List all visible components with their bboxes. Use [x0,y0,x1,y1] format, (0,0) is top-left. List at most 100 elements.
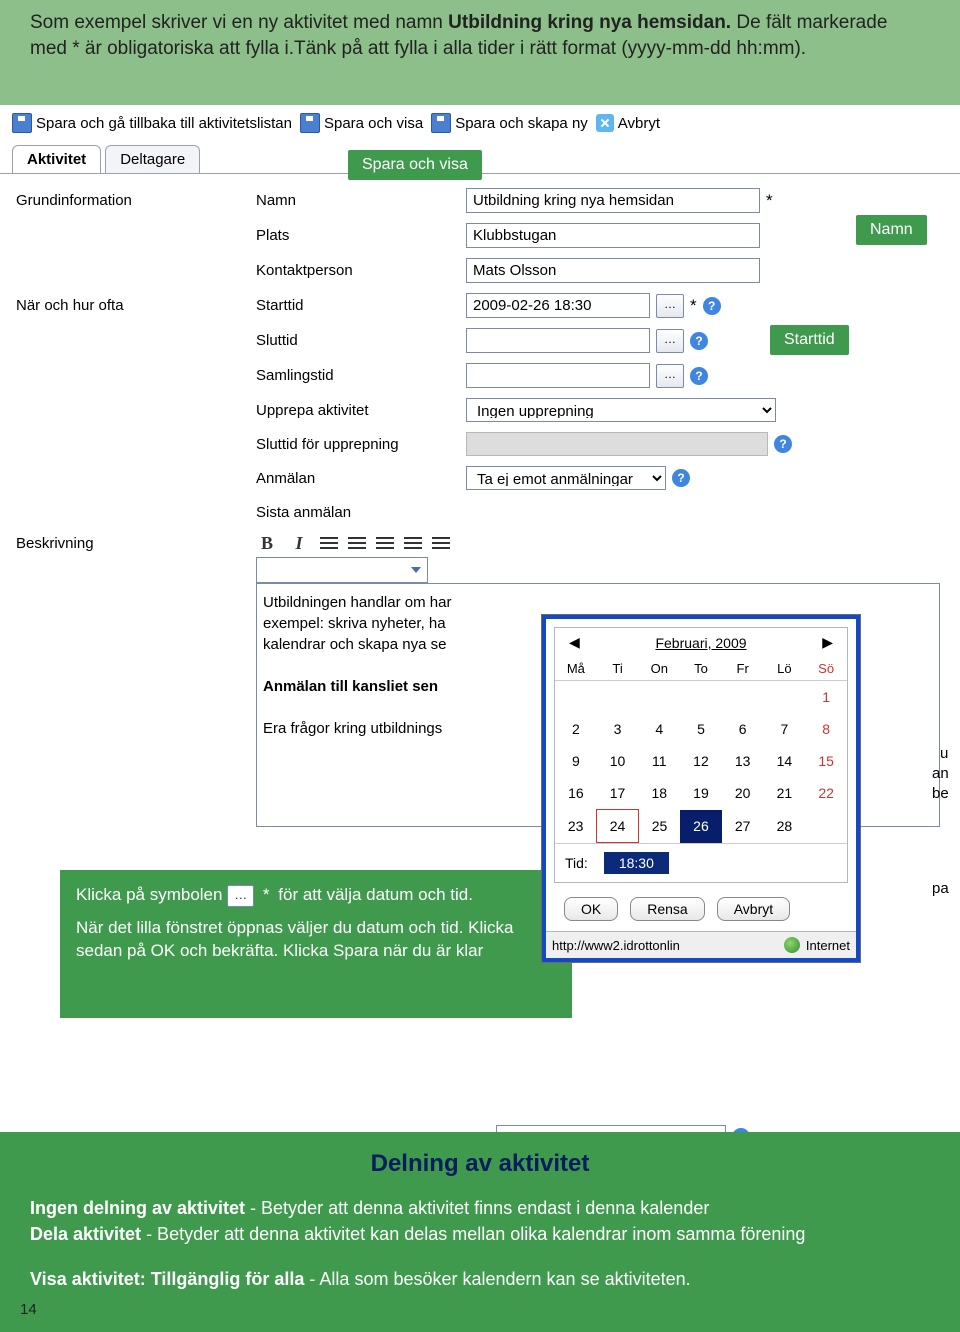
calendar-ok-button[interactable]: OK [564,897,618,921]
calendar-day[interactable]: 12 [680,745,722,777]
calendar-day [805,810,847,843]
samlingstid-input[interactable] [466,363,650,388]
calendar-day[interactable]: 5 [680,713,722,745]
close-icon [596,114,614,132]
footer: Delning av aktivitet Ingen delning av ak… [0,1132,960,1332]
badge-namn: Namn [856,215,927,245]
calendar-day[interactable]: 2 [555,713,597,745]
calendar-day[interactable]: 7 [764,713,806,745]
kontakt-input[interactable] [466,258,760,283]
save-new-button[interactable]: Spara och skapa ny [431,113,588,133]
calendar-day[interactable]: 22 [805,777,847,810]
cut-text: be [932,785,949,802]
italic-button[interactable]: I [288,533,310,555]
calendar-title[interactable]: Februari, 2009 [655,635,746,651]
label-plats: Plats [256,223,466,244]
disk-icon [300,113,320,133]
calendar-day[interactable]: 23 [555,810,597,843]
calendar-day[interactable]: 11 [638,745,680,777]
calendar-day[interactable]: 21 [764,777,806,810]
section-grundinformation: Grundinformation [16,188,256,209]
anmalan-select[interactable]: Ta ej emot anmälningar [466,466,666,490]
calendar-day[interactable]: 8 [805,713,847,745]
cut-text: an [932,765,949,782]
label-sista-anmalan: Sista anmälan [256,500,466,521]
badge-spara-visa: Spara och visa [348,150,482,180]
calendar-day[interactable]: 16 [555,777,597,810]
calendar-next-button[interactable]: ▶ [816,632,839,653]
callout: Klicka på symbolen … * för att välja dat… [60,870,572,1018]
dots-icon-inline: … [227,885,254,907]
calendar-day[interactable]: 27 [722,810,764,843]
help-icon[interactable]: ? [774,435,792,453]
list-ordered-icon[interactable] [320,537,338,551]
calendar-day[interactable]: 6 [722,713,764,745]
calendar-day[interactable]: 9 [555,745,597,777]
calendar-dow: Må [555,657,597,681]
help-icon[interactable]: ? [690,367,708,385]
rte-style-dropdown[interactable] [256,557,428,583]
calendar-day[interactable]: 28 [764,810,806,843]
save-back-button[interactable]: Spara och gå tillbaka till aktivitetslis… [12,113,292,133]
calendar-prev-button[interactable]: ◀ [563,632,586,653]
time-label: Tid: [565,855,588,871]
required-mark: * [690,296,697,316]
calendar-day [638,681,680,714]
calendar-day[interactable]: 18 [638,777,680,810]
calendar-day[interactable]: 26 [680,810,722,843]
label-anmalan: Anmälan [256,466,466,487]
calendar-dow: On [638,657,680,681]
calendar-day [722,681,764,714]
calendar-day[interactable]: 17 [597,777,639,810]
calendar-day[interactable]: 19 [680,777,722,810]
label-sluttid-upprepning: Sluttid för upprepning [256,432,466,453]
calendar-avbryt-button[interactable]: Avbryt [717,897,790,921]
samlingstid-picker-button[interactable]: … [656,364,684,388]
calendar-day[interactable]: 14 [764,745,806,777]
calendar-day[interactable]: 13 [722,745,764,777]
bold-button[interactable]: B [256,533,278,555]
calendar-rensa-button[interactable]: Rensa [630,897,704,921]
save-show-button[interactable]: Spara och visa [300,113,423,133]
calendar-day[interactable]: 20 [722,777,764,810]
cancel-button[interactable]: Avbryt [596,114,660,132]
align-center-icon[interactable] [404,537,422,551]
calendar-day [597,681,639,714]
plats-input[interactable] [466,223,760,248]
sluttid-input[interactable] [466,328,650,353]
tab-deltagare[interactable]: Deltagare [105,145,200,173]
status-url: http://www2.idrottonlin [552,938,680,953]
footer-title: Delning av aktivitet [30,1150,930,1178]
section-nar: När och hur ofta [16,293,256,314]
calendar-day[interactable]: 15 [805,745,847,777]
cut-text: u [940,745,948,762]
label-starttid: Starttid [256,293,466,314]
upprepa-select[interactable]: Ingen upprepning [466,398,776,422]
sluttid-upprepning-disabled [466,432,768,456]
page-number: 14 [20,1301,37,1318]
align-left-icon[interactable] [376,537,394,551]
starttid-input[interactable] [466,293,650,318]
calendar-dow: Ti [597,657,639,681]
calendar-dow: Fr [722,657,764,681]
save-back-label: Spara och gå tillbaka till aktivitetslis… [36,115,292,132]
time-value[interactable]: 18:30 [604,852,669,874]
calendar-day[interactable]: 3 [597,713,639,745]
calendar-day[interactable]: 24 [597,810,639,843]
help-icon[interactable]: ? [703,297,721,315]
calendar-day[interactable]: 25 [638,810,680,843]
namn-input[interactable] [466,188,760,213]
tab-aktivitet[interactable]: Aktivitet [12,145,101,173]
help-icon[interactable]: ? [672,469,690,487]
starttid-picker-button[interactable]: … [656,294,684,318]
align-right-icon[interactable] [432,537,450,551]
sluttid-picker-button[interactable]: … [656,329,684,353]
label-namn: Namn [256,188,466,209]
help-icon[interactable]: ? [690,332,708,350]
calendar-day[interactable]: 4 [638,713,680,745]
calendar-day[interactable]: 1 [805,681,847,714]
label-sluttid: Sluttid [256,328,466,349]
calendar-day[interactable]: 10 [597,745,639,777]
calendar-popup: ◀ Februari, 2009 ▶ MåTiOnToFrLöSö 123456… [542,615,860,962]
list-bullet-icon[interactable] [348,537,366,551]
